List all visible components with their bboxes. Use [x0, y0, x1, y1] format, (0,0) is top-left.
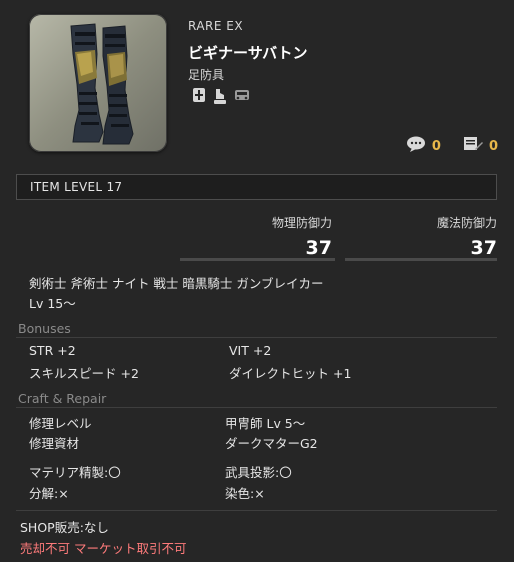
trade-restrictions: 売却不可 マーケット取引不可 — [20, 541, 187, 556]
shop-divider — [16, 510, 497, 511]
desynthesis: 分解:× — [29, 486, 69, 501]
bonus-name: STR — [29, 343, 54, 358]
bonus-row: ダイレクトヒット +1 — [229, 363, 351, 382]
repair-material-value: ダークマターG2 — [225, 436, 318, 451]
magic-defense-value: 37 — [470, 237, 497, 259]
glamour-cast: 武具投影:〇 — [225, 465, 292, 480]
physical-defense-label: 物理防御力 — [271, 216, 332, 230]
item-rarity: RARE EX — [188, 19, 244, 33]
speech-bubble-icon[interactable] — [406, 135, 426, 157]
craft-divider — [16, 407, 497, 408]
bonus-name: スキルスピード — [29, 366, 117, 381]
bookmark-count: 0 — [488, 138, 498, 154]
shop-sale: SHOP販売:なし — [20, 520, 109, 535]
item-level-bar: ITEM LEVEL 17 — [16, 174, 497, 200]
glamour-dresser-icon — [212, 87, 228, 105]
dyeable: 染色:× — [225, 486, 265, 501]
repair-material-label: 修理資材 — [29, 436, 80, 451]
comment-count: 0 — [431, 138, 441, 154]
bonus-value: +2 — [120, 366, 139, 381]
bonuses-divider — [16, 337, 497, 338]
bonus-row: スキルスピード +2 — [29, 363, 139, 382]
craft-repair-heading: Craft & Repair — [18, 391, 107, 406]
materia-melding: マテリア精製:〇 — [29, 465, 121, 480]
armory-chest-icon — [192, 87, 206, 105]
bonus-value: +2 — [57, 343, 76, 358]
repair-level-label: 修理レベル — [29, 416, 92, 431]
physical-defense-value: 37 — [305, 237, 332, 259]
job-list: 剣術士 斧術士 ナイト 戦士 暗黒騎士 ガンブレイカー — [29, 276, 324, 291]
bonus-name: ダイレクトヒット — [229, 366, 330, 381]
level-requirement: Lv 15〜 — [29, 296, 76, 311]
bonus-name: VIT — [229, 343, 249, 358]
bonus-row: STR +2 — [29, 343, 76, 358]
magic-defense-bar — [345, 258, 497, 261]
magic-defense-label: 魔法防御力 — [436, 216, 497, 230]
item-category: 足防具 — [188, 68, 225, 82]
item-thumbnail — [29, 14, 167, 152]
bonuses-heading: Bonuses — [18, 321, 71, 336]
item-level: ITEM LEVEL 17 — [30, 180, 123, 194]
pencil-note-icon[interactable] — [463, 135, 483, 157]
item-flag-icons — [192, 87, 250, 105]
counters: 0 0 — [406, 135, 498, 157]
repair-level-value: 甲冑師 Lv 5〜 — [225, 416, 306, 431]
retainer-icon — [234, 87, 250, 105]
bonus-value: +2 — [252, 343, 272, 358]
bonus-row: VIT +2 — [229, 343, 271, 358]
item-name: ビギナーサバトン — [188, 44, 308, 62]
bonus-value: +1 — [333, 366, 352, 381]
greaves-image — [70, 23, 134, 145]
physical-defense-bar — [180, 258, 335, 261]
